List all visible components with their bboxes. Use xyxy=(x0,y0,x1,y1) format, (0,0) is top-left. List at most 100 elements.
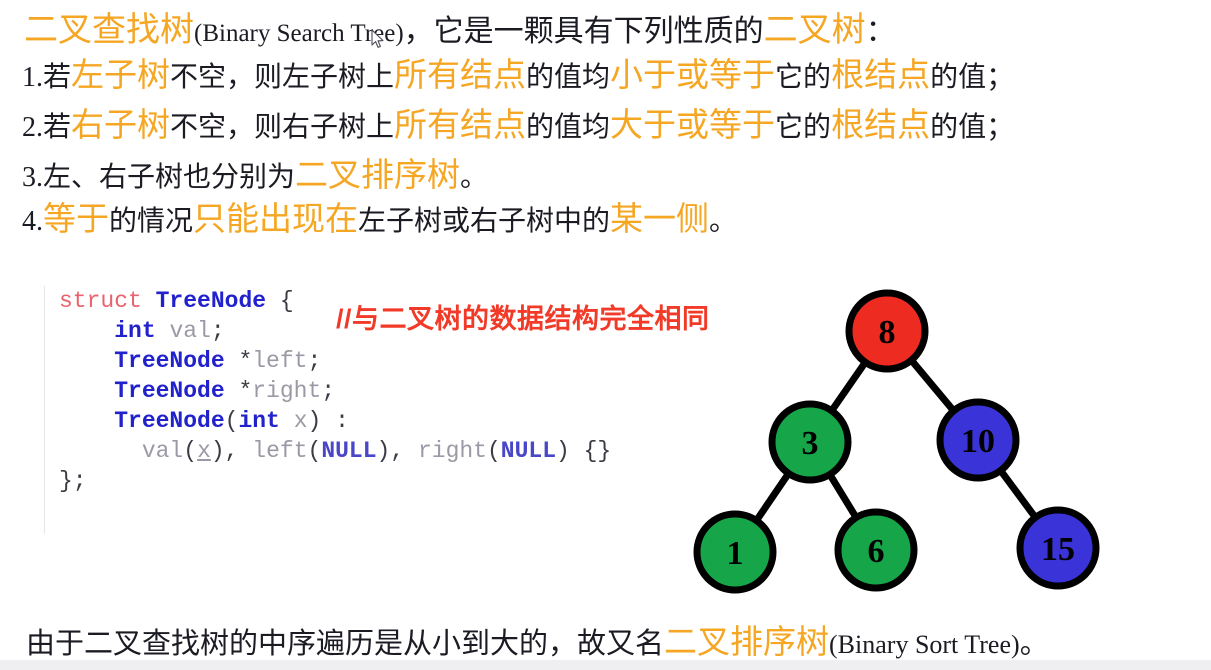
rule-1-highlight-root-node: 根结点 xyxy=(831,56,931,93)
title-english-name: (Binary Search Tree) xyxy=(194,20,404,47)
node-8: 8 xyxy=(845,289,929,373)
rule-1-text-5: 的值； xyxy=(930,61,1015,92)
node-3: 3 xyxy=(768,400,852,484)
code-token-l6-7: NULL xyxy=(321,438,377,464)
code-token-l6-0 xyxy=(59,438,142,464)
code-token-l1-0: struct xyxy=(59,288,156,314)
bottom-edge-band xyxy=(0,660,1211,670)
title-colon: ： xyxy=(865,15,896,48)
rule-2-text-4: 它的 xyxy=(775,111,832,142)
footer-note: 由于二叉查找树的中序遍历是从小到大的，故又名二叉排序树(Binary Sort … xyxy=(26,615,1049,663)
node-6-label: 6 xyxy=(868,533,885,570)
code-token-l3-2: * xyxy=(224,348,253,374)
rule-2-text-5: 的值； xyxy=(930,111,1015,142)
rule-2-highlight-right-subtree: 右子树 xyxy=(71,106,171,143)
code-token-l6-1: val xyxy=(141,438,184,464)
node-10: 10 xyxy=(936,398,1020,482)
node-10-label: 10 xyxy=(961,423,995,460)
rule-1-highlight-all-nodes: 所有结点 xyxy=(394,56,527,93)
code-token-l5-6: ) : xyxy=(307,408,349,434)
code-token-l5-4 xyxy=(280,408,294,434)
rule-1-highlight-left-subtree: 左子树 xyxy=(71,56,171,93)
rule-3-text-1: 左、右子树也分别为 xyxy=(43,161,296,192)
rule-1-text-3: 的值均 xyxy=(526,61,611,92)
footer-highlight-binary-sort-tree: 二叉排序树 xyxy=(664,623,830,660)
code-token-l2-2 xyxy=(156,318,170,344)
code-comment-annotation: //与二叉树的数据结构完全相同 xyxy=(336,304,710,334)
code-token-l6-4: ), xyxy=(210,438,253,464)
rule-item-1: 1.若左子树不空，则左子树上所有结点的值均小于或等于它的根结点的值； xyxy=(22,48,1014,96)
code-token-l5-1: TreeNode xyxy=(114,408,225,434)
rule-4-text-2: 左子树或右子树中的 xyxy=(358,205,611,236)
rule-2-number: 2. xyxy=(22,112,43,143)
code-token-l4-0 xyxy=(59,378,114,404)
node-6: 6 xyxy=(834,508,918,592)
code-token-l5-2: ( xyxy=(224,408,239,434)
rule-2-text-2: 不空，则右子树上 xyxy=(170,111,395,142)
code-token-l6-8: ), xyxy=(376,438,418,464)
code-token-l6-11: NULL xyxy=(500,438,557,464)
code-token-l5-3: int xyxy=(238,408,280,434)
code-token-l2-1: int xyxy=(114,318,156,344)
node-1-label: 1 xyxy=(727,535,744,572)
code-token-l7-0: }; xyxy=(59,468,87,494)
code-token-l6-2: ( xyxy=(183,438,198,464)
footer-text-2: 。 xyxy=(1019,628,1049,660)
code-token-l3-0 xyxy=(59,348,114,374)
code-token-l6-6: ( xyxy=(307,438,322,464)
code-token-l2-4: ; xyxy=(210,318,225,344)
code-token-l6-3: x xyxy=(197,438,211,464)
code-token-l5-0 xyxy=(59,408,114,434)
rule-4-highlight-equal-to: 等于 xyxy=(43,200,109,237)
node-15: 15 xyxy=(1016,506,1100,590)
code-token-l1-1: TreeNode xyxy=(155,288,267,314)
footer-english-name: (Binary Sort Tree) xyxy=(829,630,1020,659)
rule-3-text-2: 。 xyxy=(460,161,489,192)
slide-title: 二叉查找树(Binary Search Tree)，它是一颗具有下列性质的二叉树… xyxy=(24,2,896,51)
rule-1-number: 1. xyxy=(22,62,43,93)
code-token-l2-3: val xyxy=(169,318,211,344)
footer-text-1: 由于二叉查找树的中序遍历是从小到大的，故又名 xyxy=(26,628,665,660)
rule-3-number: 3. xyxy=(22,162,43,193)
code-token-l5-5: x xyxy=(293,408,308,434)
rule-4-highlight-one-side: 某一侧 xyxy=(610,200,710,237)
rule-item-2: 2.若右子树不空，则右子树上所有结点的值均大于或等于它的根结点的值； xyxy=(22,98,1014,146)
code-token-l2-0 xyxy=(59,318,114,344)
rule-1-highlight-less-or-equal: 小于或等于 xyxy=(610,56,776,93)
node-1: 1 xyxy=(693,510,777,594)
rule-2-highlight-all-nodes: 所有结点 xyxy=(394,106,527,143)
rule-3-highlight-binary-sort-tree: 二叉排序树 xyxy=(295,156,461,193)
binary-search-tree-diagram: 8 3 10 1 6 15 xyxy=(660,275,1120,605)
code-token-l4-2: * xyxy=(224,378,253,404)
slide-canvas: 二叉查找树(Binary Search Tree)，它是一颗具有下列性质的二叉树… xyxy=(0,0,1211,670)
rule-2-text-1: 若 xyxy=(43,111,72,142)
code-token-l3-1: TreeNode xyxy=(114,348,225,374)
tree-svg: 8 3 10 1 6 15 xyxy=(693,289,1100,594)
node-15-label: 15 xyxy=(1041,531,1075,568)
rule-item-4: 4.等于的情况只能出现在左子树或右子树中的某一侧。 xyxy=(22,192,737,240)
code-token-l6-10: ( xyxy=(486,438,501,464)
rule-2-highlight-greater-or-equal: 大于或等于 xyxy=(610,106,776,143)
title-highlight-bst: 二叉查找树 xyxy=(24,11,194,49)
code-token-l6-5: left xyxy=(252,438,308,464)
rule-4-number: 4. xyxy=(22,206,43,237)
rule-item-3: 3.左、右子树也分别为二叉排序树。 xyxy=(22,148,488,196)
code-token-l1-2: { xyxy=(266,288,294,314)
rule-2-highlight-root-node: 根结点 xyxy=(831,106,931,143)
rule-4-highlight-only-appear-in: 只能出现在 xyxy=(193,200,359,237)
tree-nodes: 8 3 10 1 6 15 xyxy=(693,289,1100,594)
code-token-l6-12: ) {} xyxy=(556,438,612,464)
code-token-l3-3: left xyxy=(252,348,308,374)
code-token-l6-9: right xyxy=(417,438,487,464)
code-token-l4-3: right xyxy=(252,378,322,404)
rule-1-text-1: 若 xyxy=(43,61,72,92)
node-3-label: 3 xyxy=(802,425,819,462)
code-token-l4-1: TreeNode xyxy=(114,378,225,404)
rule-1-text-2: 不空，则左子树上 xyxy=(170,61,395,92)
right-edge-margin xyxy=(1207,0,1211,670)
title-middle-text: ，它是一颗具有下列性质的 xyxy=(403,15,764,48)
rule-4-text-3: 。 xyxy=(709,205,738,236)
code-token-l4-4: ; xyxy=(321,378,336,404)
rule-4-text-1: 的情况 xyxy=(109,205,194,236)
code-token-l3-4: ; xyxy=(307,348,322,374)
